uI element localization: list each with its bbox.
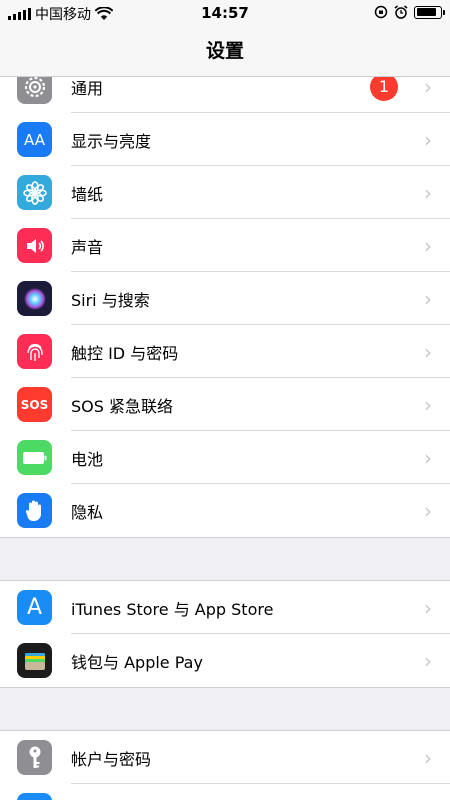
chevron-right-icon: › (424, 595, 432, 620)
settings-row-privacy[interactable]: 隐私 › (0, 484, 450, 537)
notification-badge: 1 (370, 77, 398, 101)
chevron-right-icon: › (424, 498, 432, 523)
battery-status-icon (414, 5, 445, 19)
chevron-right-icon: › (424, 648, 432, 673)
alarm-icon (394, 5, 408, 19)
chevron-right-icon: › (424, 286, 432, 311)
settings-row-emergency-sos[interactable]: SOS SOS 紧急联络 › (0, 378, 450, 431)
chevron-right-icon: › (424, 233, 432, 258)
row-label: SOS 紧急联络 (71, 396, 173, 416)
settings-row-general[interactable]: 通用 1 › (0, 77, 450, 113)
hand-icon (17, 493, 52, 528)
settings-group-2: A iTunes Store 与 App Store › 钱包与 Apple P… (0, 580, 450, 688)
battery-icon (17, 440, 52, 475)
row-label: 通用 (71, 78, 104, 98)
settings-row-display[interactable]: AA 显示与亮度 › (0, 113, 450, 166)
page-title: 设置 (0, 26, 450, 77)
settings-row-battery[interactable]: 电池 › (0, 431, 450, 484)
row-label: 电池 (71, 449, 104, 469)
chevron-right-icon: › (424, 339, 432, 364)
status-right (374, 5, 445, 19)
settings-group-1: 通用 1 › AA 显示与亮度 › 墙纸 › 声音 › Siri 与搜索 › 触… (0, 77, 450, 538)
row-label: 墙纸 (71, 184, 104, 204)
chevron-right-icon: › (424, 745, 432, 770)
speaker-icon (17, 228, 52, 263)
icon-text: A (26, 595, 43, 620)
settings-row-wallet[interactable]: 钱包与 Apple Pay › (0, 634, 450, 687)
chevron-right-icon: › (424, 127, 432, 152)
settings-list[interactable]: 通用 1 › AA 显示与亮度 › 墙纸 › 声音 › Siri 与搜索 › 触… (0, 77, 450, 800)
status-bar: 中国移动 14:57 (0, 0, 450, 26)
row-label: 隐私 (71, 502, 104, 522)
wallpaper-flower-icon (17, 175, 52, 210)
row-label: Siri 与搜索 (71, 290, 150, 310)
icon-text: SOS (20, 397, 49, 412)
display-brightness-icon: AA (17, 122, 52, 157)
row-label: 声音 (71, 237, 104, 257)
settings-row-sounds[interactable]: 声音 › (0, 219, 450, 272)
row-label: 帐户与密码 (71, 749, 152, 769)
wallet-icon (17, 643, 52, 678)
chevron-right-icon: › (424, 445, 432, 470)
fingerprint-icon (17, 334, 52, 369)
sos-icon: SOS (17, 387, 52, 422)
key-icon (17, 740, 52, 775)
mail-icon (17, 793, 52, 800)
chevron-right-icon: › (424, 180, 432, 205)
settings-row-itunes-app-store[interactable]: A iTunes Store 与 App Store › (0, 581, 450, 634)
rotation-lock-icon (374, 5, 388, 19)
settings-row-accounts-passwords[interactable]: 帐户与密码 › (0, 731, 450, 784)
settings-row-touch-id[interactable]: 触控 ID 与密码 › (0, 325, 450, 378)
chevron-right-icon: › (424, 77, 432, 99)
settings-row-wallpaper[interactable]: 墙纸 › (0, 166, 450, 219)
settings-group-3: 帐户与密码 › 邮件 › (0, 730, 450, 800)
settings-row-siri[interactable]: Siri 与搜索 › (0, 272, 450, 325)
settings-row-mail[interactable]: 邮件 › (0, 784, 450, 800)
chevron-right-icon: › (424, 392, 432, 417)
row-label: iTunes Store 与 App Store (71, 599, 274, 619)
icon-text: AA (24, 130, 45, 149)
gear-icon (17, 77, 52, 104)
app-store-icon: A (17, 590, 52, 625)
row-label: 触控 ID 与密码 (71, 343, 179, 363)
siri-icon (17, 281, 52, 316)
row-label: 钱包与 Apple Pay (71, 652, 203, 672)
row-label: 显示与亮度 (71, 131, 152, 151)
